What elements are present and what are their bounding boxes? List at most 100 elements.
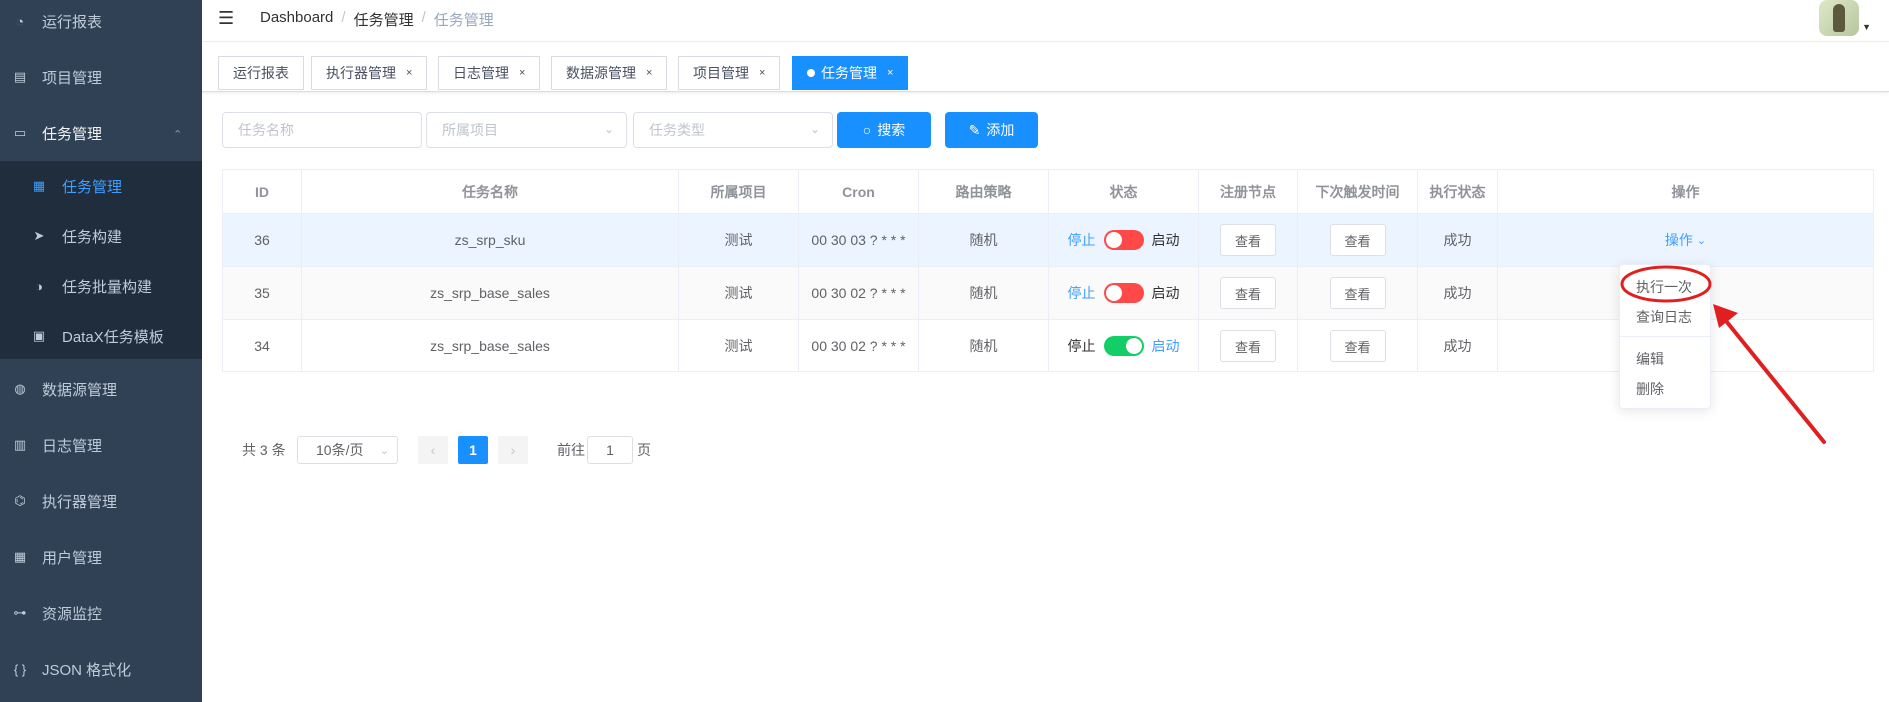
add-button[interactable]: ✎ 添加 [945, 112, 1038, 148]
next-page-button[interactable]: › [498, 436, 528, 464]
search-button-label: 搜索 [877, 122, 906, 138]
cell-route: 随机 [919, 214, 1049, 266]
sidebar-item-label: 资源监控 [42, 605, 103, 623]
sidebar-item-label: 项目管理 [42, 69, 103, 87]
close-icon[interactable]: × [406, 67, 412, 79]
sidebar-item-datasource[interactable]: ◍ 数据源管理 [0, 361, 202, 417]
tag-dashboard[interactable]: 运行报表 [218, 56, 304, 90]
goto-page-value: 1 [606, 442, 614, 458]
page-size-label: 10条/页 [316, 442, 364, 458]
submenu-item-label: DataX任务模板 [62, 328, 164, 346]
cell-exec-status: 成功 [1418, 320, 1498, 372]
header-action: 操作 [1671, 183, 1700, 200]
chevron-down-icon: ⌄ [603, 122, 614, 136]
tag-project[interactable]: 项目管理 × [678, 56, 781, 90]
cell-node: 查看 [1199, 267, 1298, 319]
navbar: ☰ Dashboard / 任务管理 / 任务管理 ▼ [202, 0, 1889, 42]
view-next-trigger-button[interactable]: 查看 [1329, 277, 1386, 309]
sidebar-item-log[interactable]: ▥ 日志管理 [0, 417, 202, 473]
chevron-down-icon: ⌄ [379, 444, 389, 457]
close-icon[interactable]: × [519, 67, 525, 79]
breadcrumb-dashboard[interactable]: Dashboard [260, 9, 333, 30]
sidebar-item-task[interactable]: ▭ 任务管理 ⌄ [0, 105, 202, 161]
table-row[interactable]: 36 zs_srp_sku 测试 00 30 03 ? * * * 随机 停止 … [223, 214, 1873, 267]
cell-id: 34 [223, 320, 302, 372]
status-switch[interactable] [1103, 336, 1144, 356]
submenu-item-label: 任务构建 [62, 228, 123, 246]
breadcrumb-separator: / [341, 9, 346, 26]
submenu-item-batch-build[interactable]: ◑ 任务批量构建 [0, 261, 202, 311]
cell-exec-status: 成功 [1418, 214, 1498, 266]
sidebar-item-label: 执行器管理 [42, 493, 118, 511]
task-name-input[interactable]: 任务名称 [222, 112, 422, 148]
tag-log[interactable]: 日志管理 × [438, 56, 541, 90]
page-number-1[interactable]: 1 [458, 436, 488, 464]
page-size-select[interactable]: 10条/页 ⌄ [297, 436, 398, 464]
submenu-item-label: 任务批量构建 [62, 278, 153, 296]
project-select[interactable]: 所属项目 ⌄ [426, 112, 627, 148]
dashboard-icon: ◔ [16, 13, 24, 29]
cell-project: 测试 [679, 267, 799, 319]
tag-task-active[interactable]: 任务管理 × [792, 56, 909, 90]
sidebar-item-project[interactable]: ▤ 项目管理 [0, 49, 202, 105]
view-node-button[interactable]: 查看 [1220, 224, 1276, 256]
tag-datasource[interactable]: 数据源管理 × [551, 56, 668, 90]
status-switch[interactable] [1103, 283, 1144, 303]
submenu-item-task-build[interactable]: ➤ 任务构建 [0, 211, 202, 261]
switch-start-label: 启动 [1151, 338, 1180, 354]
switch-start-label: 启动 [1151, 285, 1180, 301]
project-placeholder: 所属项目 [442, 122, 498, 138]
tag-executor[interactable]: 执行器管理 × [311, 56, 428, 90]
submenu-item-datax-template[interactable]: ▣ DataX任务模板 [0, 311, 202, 361]
sidebar-item-dashboard[interactable]: ◔ 运行报表 [0, 0, 202, 49]
sidebar-item-executor[interactable]: ⌬ 执行器管理 [0, 473, 202, 529]
close-icon[interactable]: × [887, 67, 893, 79]
view-next-trigger-button[interactable]: 查看 [1329, 224, 1386, 256]
close-icon[interactable]: × [759, 67, 765, 79]
chevron-left-icon: ‹ [430, 442, 436, 458]
cell-project: 测试 [679, 214, 799, 266]
sidebar-item-label: 数据源管理 [42, 381, 118, 399]
link-icon: ⊶ [13, 605, 27, 620]
database-icon: ▤ [13, 69, 27, 84]
action-dropdown-trigger[interactable]: 操作 ⌄ [1665, 230, 1706, 250]
status-switch[interactable] [1103, 230, 1144, 250]
view-node-button[interactable]: 查看 [1220, 277, 1276, 309]
executor-icon: ⌬ [14, 493, 26, 508]
search-button[interactable]: ○ 搜索 [837, 112, 931, 148]
avatar[interactable] [1819, 0, 1859, 36]
breadcrumb-task[interactable]: 任务管理 [354, 9, 414, 30]
switch-start-label: 启动 [1151, 232, 1180, 248]
cell-status: 停止 启动 [1049, 267, 1199, 319]
hamburger-icon[interactable]: ☰ [218, 8, 234, 29]
sidebar-item-user[interactable]: ▦ 用户管理 [0, 529, 202, 585]
cell-id: 36 [223, 214, 302, 266]
close-icon[interactable]: × [646, 67, 652, 79]
view-next-trigger-button[interactable]: 查看 [1329, 330, 1386, 362]
header-node: 注册节点 [1199, 170, 1298, 213]
prev-page-button[interactable]: ‹ [418, 436, 448, 464]
edit-icon: ✎ [968, 121, 981, 138]
tag-label: 运行报表 [233, 65, 289, 81]
header-route: 路由策略 [919, 170, 1049, 213]
caret-down-icon[interactable]: ▼ [1862, 22, 1871, 32]
view-node-button[interactable]: 查看 [1220, 330, 1276, 362]
sidebar-item-label: 日志管理 [42, 437, 103, 455]
goto-prefix: 前往 [557, 442, 585, 458]
menu-item-delete[interactable]: 删除 [1636, 379, 1664, 399]
header-project: 所属项目 [679, 170, 799, 213]
task-type-select[interactable]: 任务类型 ⌄ [633, 112, 833, 148]
menu-item-edit[interactable]: 编辑 [1636, 349, 1664, 369]
monitor-icon: ▭ [13, 125, 27, 140]
cell-name: zs_srp_base_sales [302, 267, 679, 319]
menu-item-query-log[interactable]: 查询日志 [1636, 307, 1692, 327]
sidebar-item-monitor[interactable]: ⊶ 资源监控 [0, 585, 202, 641]
submenu-item-task-manage[interactable]: ▦ 任务管理 [0, 161, 202, 211]
menu-divider [1620, 336, 1712, 337]
sidebar-item-label: JSON 格式化 [42, 661, 132, 679]
menu-item-run-once[interactable]: 执行一次 [1636, 277, 1692, 297]
goto-page-input[interactable]: 1 [587, 436, 633, 464]
sidebar-item-json[interactable]: { } JSON 格式化 [0, 641, 202, 697]
switch-stop-label: 停止 [1067, 232, 1096, 248]
tag-label: 日志管理 [453, 65, 509, 81]
